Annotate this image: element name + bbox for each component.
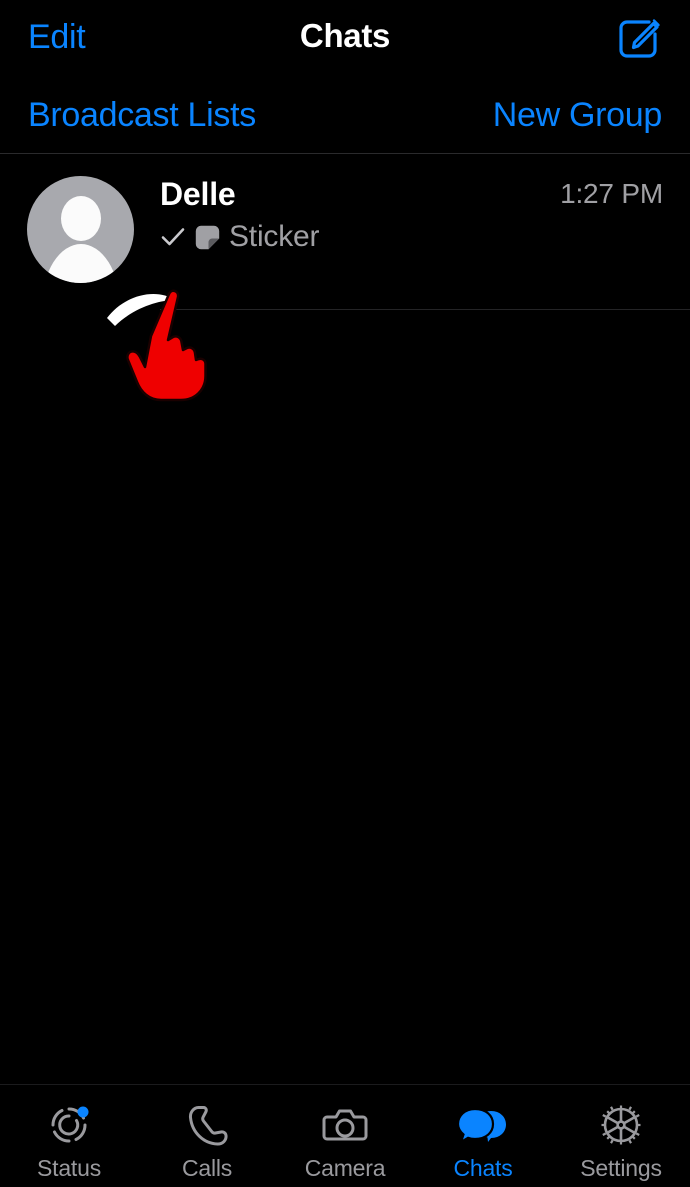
chat-list: Delle Sticker 1:27 PM [0, 154, 690, 310]
phone-handset-icon [188, 1106, 228, 1146]
tab-chats[interactable]: Chats [414, 1085, 552, 1187]
tab-camera-label: Camera [304, 1155, 386, 1181]
single-check-icon [161, 228, 185, 246]
new-group-button[interactable]: New Group [493, 96, 663, 135]
gear-icon [601, 1105, 641, 1145]
tab-status-label: Status [36, 1155, 101, 1181]
tab-chats-label: Chats [453, 1155, 513, 1181]
navigation-bar: Edit Chats [0, 0, 690, 80]
tab-camera[interactable]: Camera [276, 1085, 414, 1187]
compose-pencil-square-icon[interactable] [614, 14, 662, 62]
broadcast-newgroup-row: Broadcast Lists New Group [0, 80, 690, 153]
status-rings-icon [51, 1106, 89, 1143]
chat-list-item[interactable]: Delle Sticker 1:27 PM [0, 154, 690, 310]
chat-timestamp: 1:27 PM [560, 178, 663, 209]
camera-icon [322, 1109, 368, 1141]
bottom-tab-bar: Status Calls Camera Chats Settings [0, 1084, 690, 1187]
tab-status[interactable]: Status [0, 1085, 138, 1187]
chat-preview-text: Sticker [229, 220, 320, 253]
chat-preview-row: Sticker [160, 220, 690, 254]
page-title: Chats [299, 17, 391, 54]
chat-bubbles-icon [457, 1107, 506, 1145]
tab-calls-label: Calls [181, 1155, 233, 1181]
chat-row-divider [160, 309, 690, 310]
tab-calls[interactable]: Calls [138, 1085, 276, 1187]
sticker-icon [195, 225, 220, 249]
default-person-avatar-icon[interactable] [27, 176, 134, 283]
broadcast-lists-button[interactable]: Broadcast Lists [28, 96, 256, 135]
status-badge-dot [77, 1106, 89, 1118]
tab-settings[interactable]: Settings [552, 1085, 690, 1187]
tab-settings-label: Settings [580, 1155, 662, 1181]
whatsapp-chats-screen: Edit Chats Broadcast Lists New Group Del… [0, 0, 690, 1187]
